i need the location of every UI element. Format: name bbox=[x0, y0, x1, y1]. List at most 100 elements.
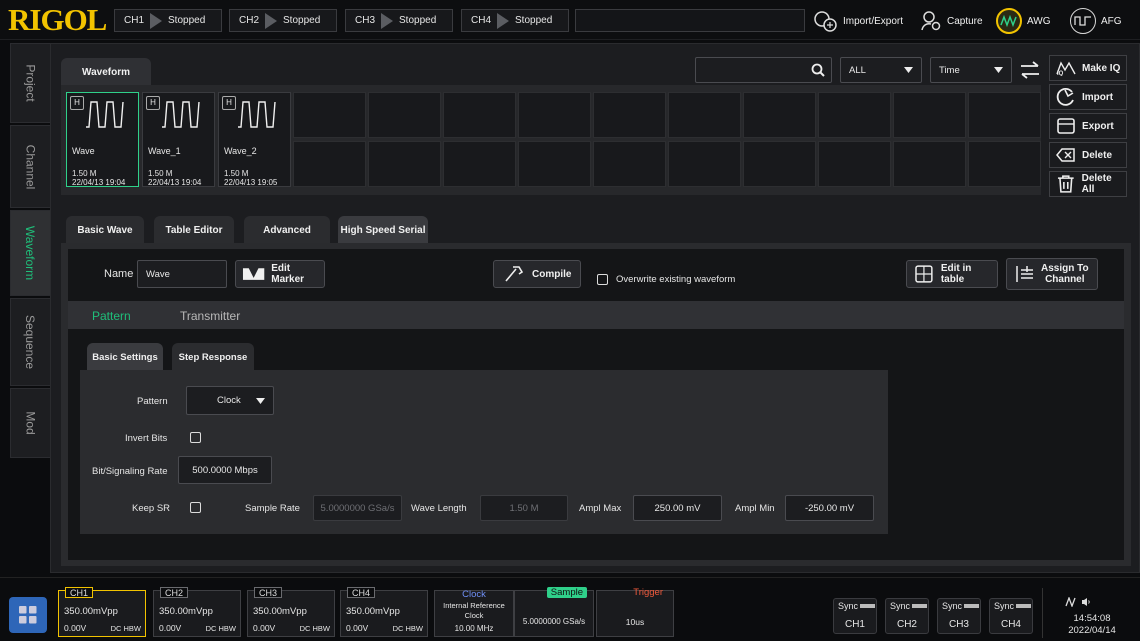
edit-in-table-button[interactable]: Edit in table bbox=[906, 260, 998, 288]
pattern-select[interactable]: Clock bbox=[186, 386, 274, 415]
swap-icon[interactable] bbox=[1019, 60, 1041, 80]
search-icon bbox=[811, 63, 825, 77]
sync-ch1[interactable]: Sync CH1 bbox=[833, 598, 877, 634]
ch2-status: Stopped bbox=[283, 15, 321, 26]
empty-slot[interactable] bbox=[668, 141, 741, 187]
empty-slot[interactable] bbox=[743, 92, 816, 138]
import-label: Import bbox=[1082, 91, 1114, 103]
waveform-card[interactable]: H Wave 1.50 M 22/04/13 19:04 bbox=[66, 92, 139, 187]
import-export-button[interactable]: Import/Export bbox=[812, 8, 903, 34]
home-menu-button[interactable] bbox=[9, 597, 47, 633]
clock-box[interactable]: Clock Internal Reference Clock 10.00 MHz bbox=[434, 589, 514, 637]
empty-slot[interactable] bbox=[668, 92, 741, 138]
bit-rate-input[interactable]: 500.0000 Mbps bbox=[178, 456, 272, 484]
ampl-min-input[interactable]: -250.00 mV bbox=[785, 495, 874, 521]
empty-slot[interactable] bbox=[818, 92, 891, 138]
clock-title: Clock bbox=[462, 589, 486, 600]
tab-table-editor[interactable]: Table Editor bbox=[154, 216, 234, 244]
status-empty-area bbox=[575, 9, 805, 32]
ch-amplitude: 350.00mVpp bbox=[159, 606, 213, 617]
edit-marker-button[interactable]: Edit Marker bbox=[235, 260, 325, 288]
sync-ch4[interactable]: Sync CH4 bbox=[989, 598, 1033, 634]
waveform-card[interactable]: H Wave_2 1.50 M 22/04/13 19:05 bbox=[218, 92, 291, 187]
empty-slot[interactable] bbox=[368, 92, 441, 138]
empty-slot[interactable] bbox=[293, 141, 366, 187]
ch4-run-status[interactable]: CH4 Stopped bbox=[461, 9, 569, 32]
waveform-date: 22/04/13 19:05 bbox=[224, 178, 278, 187]
bottom-ch3[interactable]: CH3 350.00mVpp 0.00V DC HBW bbox=[247, 587, 335, 637]
subtab-pattern[interactable]: Pattern bbox=[92, 309, 131, 323]
empty-slot[interactable] bbox=[893, 141, 966, 187]
assign-to-channel-button[interactable]: Assign To Channel bbox=[1006, 258, 1098, 290]
side-tab-sequence[interactable]: Sequence bbox=[10, 298, 50, 386]
sync-ch2[interactable]: Sync CH2 bbox=[885, 598, 929, 634]
ch4-label: CH4 bbox=[471, 15, 492, 26]
tab-advanced[interactable]: Advanced bbox=[244, 216, 330, 244]
bottom-ch1[interactable]: CH1 350.00mVpp 0.00V DC HBW bbox=[58, 587, 146, 637]
awg-label: AWG bbox=[1027, 15, 1051, 27]
empty-slot[interactable] bbox=[818, 141, 891, 187]
tab-high-speed-serial[interactable]: High Speed Serial bbox=[338, 216, 428, 244]
side-tab-channel[interactable]: Channel bbox=[10, 125, 50, 208]
bit-rate-label: Bit/Signaling Rate bbox=[92, 466, 168, 477]
afg-button[interactable]: AFG bbox=[1070, 8, 1122, 34]
keep-sr-checkbox[interactable] bbox=[190, 502, 201, 513]
trigger-value: 10us bbox=[625, 617, 645, 627]
delete-all-button[interactable]: Delete All bbox=[1049, 171, 1127, 197]
make-iq-button[interactable]: IQ Make IQ bbox=[1049, 55, 1127, 81]
wave-length-label: Wave Length bbox=[411, 503, 467, 514]
empty-slot[interactable] bbox=[518, 92, 591, 138]
search-input[interactable] bbox=[695, 57, 832, 83]
capture-button[interactable]: Capture bbox=[920, 8, 983, 34]
invert-bits-checkbox[interactable] bbox=[190, 432, 201, 443]
filter-select[interactable]: ALL bbox=[840, 57, 922, 83]
empty-slot[interactable] bbox=[593, 141, 666, 187]
waveform-date: 22/04/13 19:04 bbox=[148, 178, 202, 187]
name-input[interactable]: Wave bbox=[137, 260, 227, 288]
bottom-ch2[interactable]: CH2 350.00mVpp 0.00V DC HBW bbox=[153, 587, 241, 637]
overwrite-checkbox[interactable] bbox=[597, 274, 608, 285]
ch3-run-status[interactable]: CH3 Stopped bbox=[345, 9, 453, 32]
side-tab-project[interactable]: Project bbox=[10, 43, 50, 123]
keep-sr-label: Keep SR bbox=[132, 503, 171, 514]
side-tab-waveform[interactable]: Waveform bbox=[10, 210, 50, 296]
ampl-max-input[interactable]: 250.00 mV bbox=[633, 495, 722, 521]
waveform-size: 1.50 M bbox=[72, 169, 97, 178]
sync-ch3[interactable]: Sync CH3 bbox=[937, 598, 981, 634]
tab-waveform[interactable]: Waveform bbox=[61, 58, 151, 86]
ch2-run-status[interactable]: CH2 Stopped bbox=[229, 9, 337, 32]
awg-button[interactable]: AWG bbox=[996, 8, 1051, 34]
delete-button[interactable]: Delete bbox=[1049, 142, 1127, 168]
tab-step-response[interactable]: Step Response bbox=[172, 343, 254, 371]
compile-button[interactable]: Compile bbox=[493, 260, 581, 288]
empty-slot[interactable] bbox=[293, 92, 366, 138]
empty-slot[interactable] bbox=[968, 141, 1041, 187]
empty-slot[interactable] bbox=[593, 92, 666, 138]
empty-slot[interactable] bbox=[893, 92, 966, 138]
import-button[interactable]: Import bbox=[1049, 84, 1127, 110]
export-button[interactable]: Export bbox=[1049, 113, 1127, 139]
system-tray[interactable] bbox=[1065, 597, 1091, 607]
side-tab-label: Project bbox=[23, 64, 38, 102]
empty-slot[interactable] bbox=[518, 141, 591, 187]
bottom-ch4[interactable]: CH4 350.00mVpp 0.00V DC HBW bbox=[340, 587, 428, 637]
empty-slot[interactable] bbox=[368, 141, 441, 187]
sample-box[interactable]: Sample 5.0000000 GSa/s bbox=[514, 587, 594, 637]
waveform-card[interactable]: H Wave_1 1.50 M 22/04/13 19:04 bbox=[142, 92, 215, 187]
tab-basic-wave[interactable]: Basic Wave bbox=[66, 216, 144, 244]
empty-slot[interactable] bbox=[968, 92, 1041, 138]
side-tab-mod[interactable]: Mod bbox=[10, 388, 50, 458]
empty-slot[interactable] bbox=[743, 141, 816, 187]
ch1-run-status[interactable]: CH1 Stopped bbox=[114, 9, 222, 32]
empty-slot[interactable] bbox=[443, 92, 516, 138]
sort-select[interactable]: Time bbox=[930, 57, 1012, 83]
ch4-status: Stopped bbox=[515, 15, 553, 26]
tab-basic-settings[interactable]: Basic Settings bbox=[87, 343, 163, 371]
subtab-transmitter[interactable]: Transmitter bbox=[180, 309, 240, 323]
trigger-box[interactable]: Trigger 10us bbox=[596, 587, 674, 637]
ch-name: CH3 bbox=[254, 587, 283, 598]
empty-slot[interactable] bbox=[443, 141, 516, 187]
import-export-label: Import/Export bbox=[843, 15, 904, 27]
afg-label: AFG bbox=[1101, 15, 1122, 27]
sync-indicator bbox=[860, 604, 875, 608]
